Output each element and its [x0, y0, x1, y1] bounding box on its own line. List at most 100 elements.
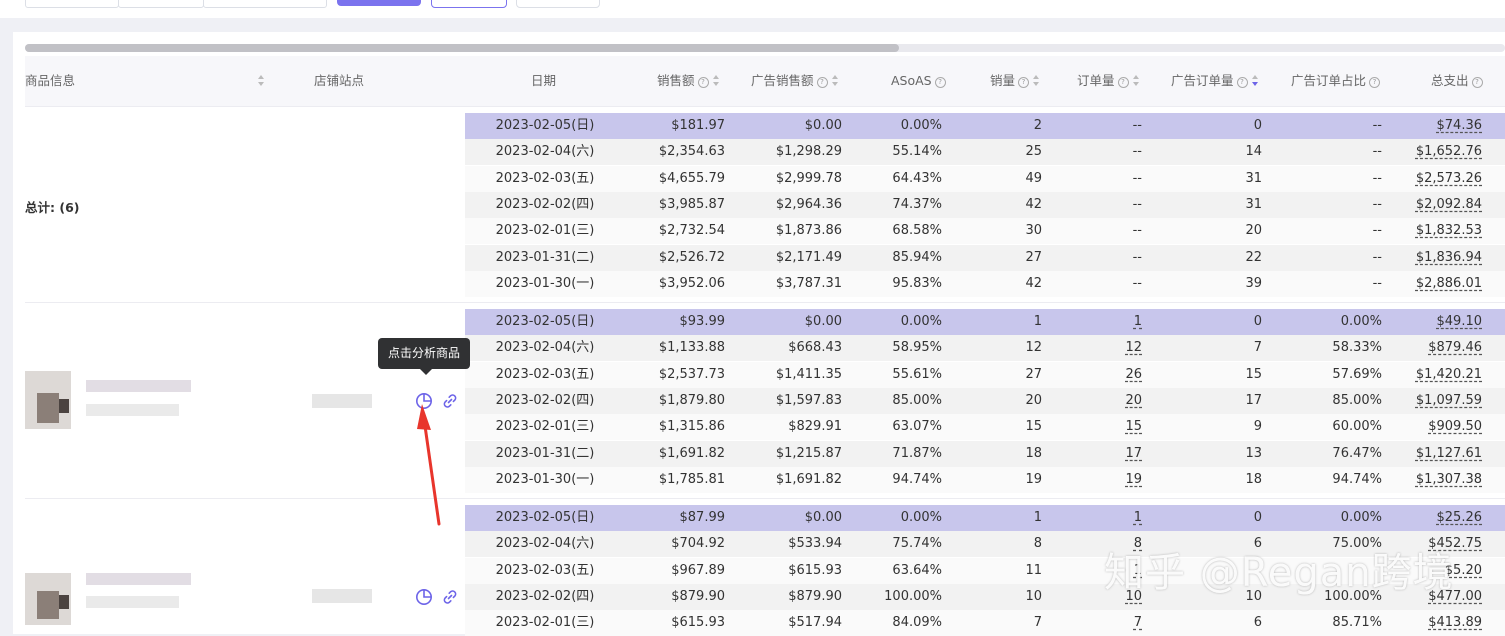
col-orders-label: 订单量 — [1077, 73, 1115, 88]
cell-spend[interactable]: $2,092.84 — [1416, 192, 1482, 218]
table-row: 2023-02-03(五) $4,655.79 $2,999.78 64.43% 49 -… — [465, 165, 1505, 192]
product-asin-blurred — [86, 404, 179, 416]
cell-ad-orders: 17 — [1245, 392, 1262, 408]
cell-ad-sales: $1,411.35 — [775, 366, 842, 382]
col-ad-sales-header[interactable]: 广告销售额? — [751, 73, 839, 89]
product-asin-blurred — [86, 596, 179, 608]
cell-asoas: 75.74% — [892, 536, 942, 552]
cell-ad-sales: $2,964.36 — [775, 196, 842, 212]
col-sales-header[interactable]: 销售额? — [657, 73, 720, 89]
cell-spend[interactable]: $25.26 — [1437, 505, 1483, 531]
cell-orders[interactable]: 12 — [1125, 335, 1142, 361]
sort-icon[interactable] — [831, 75, 839, 86]
cell-spend[interactable]: $1,832.53 — [1416, 218, 1482, 244]
cell-spend[interactable]: $879.46 — [1428, 335, 1482, 361]
cell-asoas: 0.00% — [900, 118, 942, 133]
cell-spend[interactable]: $1,097.59 — [1416, 388, 1482, 414]
cell-orders[interactable]: 15 — [1125, 414, 1142, 440]
table-row: 2023-02-01(三) $2,732.54 $1,873.86 68.58% 30 -… — [465, 218, 1505, 245]
cell-sales: $1,691.82 — [658, 445, 725, 461]
col-product-sort-icon[interactable] — [254, 73, 265, 89]
cell-asoas: 95.83% — [892, 275, 942, 291]
cell-spend[interactable]: $1,127.61 — [1416, 441, 1482, 467]
help-icon[interactable]: ? — [1236, 77, 1248, 88]
cell-spend[interactable]: $49.10 — [1437, 309, 1483, 335]
cell-spend[interactable]: $74.36 — [1437, 113, 1483, 139]
col-ad-order-ratio-header[interactable]: 广告订单占比? — [1291, 73, 1381, 89]
cell-asoas: 58.95% — [892, 340, 942, 356]
pie-chart-icon[interactable] — [415, 588, 433, 606]
cell-sales: $2,537.73 — [658, 366, 725, 382]
search-button[interactable] — [337, 0, 421, 6]
help-icon[interactable]: ? — [697, 77, 709, 88]
cell-spend[interactable]: $1,307.38 — [1416, 467, 1482, 493]
sort-icon[interactable] — [1132, 75, 1140, 86]
cell-date: 2023-02-03(五) — [495, 562, 595, 578]
help-icon[interactable]: ? — [1018, 77, 1030, 88]
col-total-spend-header[interactable]: 总支出? — [1431, 73, 1483, 89]
cell-orders[interactable]: 20 — [1125, 388, 1142, 414]
sort-desc-icon[interactable] — [1251, 75, 1259, 86]
cell-ad-sales: $517.94 — [788, 615, 842, 631]
cell-date: 2023-02-03(五) — [495, 170, 595, 186]
sort-icon[interactable] — [1033, 75, 1040, 86]
cell-ad-orders: 9 — [1253, 419, 1262, 435]
cell-units: 11 — [1025, 562, 1042, 578]
col-units-header[interactable]: 销量? — [990, 73, 1040, 89]
cell-ratio: -- — [1372, 170, 1382, 186]
cell-asoas: 100.00% — [884, 588, 942, 604]
cell-units: 12 — [1025, 340, 1042, 356]
cell-ratio: 85.71% — [1332, 615, 1382, 631]
cell-ad-orders: 0 — [1253, 510, 1262, 525]
filter-select-1[interactable] — [25, 0, 119, 8]
cell-units: 27 — [1025, 366, 1042, 382]
filter-select-3[interactable] — [203, 0, 327, 8]
reset-button[interactable] — [431, 0, 507, 8]
help-icon[interactable]: ? — [1117, 77, 1129, 88]
help-icon[interactable]: ? — [1369, 77, 1381, 88]
help-icon[interactable]: ? — [816, 77, 828, 88]
col-ad-orders-header[interactable]: 广告订单量? — [1171, 73, 1259, 89]
scrollbar-thumb[interactable] — [25, 44, 899, 52]
cell-spend[interactable]: $2,886.01 — [1416, 271, 1482, 297]
cell-asoas: 55.14% — [892, 144, 942, 160]
cell-orders[interactable]: 1 — [1134, 505, 1142, 531]
cell-spend[interactable]: $1,420.21 — [1416, 362, 1482, 388]
cell-spend[interactable]: $909.50 — [1428, 414, 1482, 440]
cell-ad-sales: $0.00 — [804, 118, 842, 133]
help-icon[interactable]: ? — [934, 77, 946, 88]
cell-spend[interactable]: $1,836.94 — [1416, 245, 1482, 271]
product-thumbnail[interactable] — [25, 371, 71, 429]
cell-ratio: -- — [1372, 223, 1382, 239]
cell-sales: $93.99 — [679, 314, 726, 329]
annotation-arrow — [417, 404, 441, 526]
col-orders-header[interactable]: 订单量? — [1077, 73, 1140, 89]
cell-asoas: 0.00% — [900, 314, 942, 329]
cell-spend[interactable]: $2,573.26 — [1416, 166, 1482, 192]
col-ad-sales-label: 广告销售额 — [751, 73, 814, 88]
filter-select-2[interactable] — [118, 0, 204, 8]
cell-ratio: 0.00% — [1340, 510, 1382, 525]
export-button[interactable] — [516, 0, 600, 8]
cell-units: 19 — [1025, 471, 1042, 487]
cell-spend[interactable]: $1,652.76 — [1416, 139, 1482, 165]
cell-orders[interactable]: 26 — [1125, 362, 1142, 388]
col-asoas-header[interactable]: ASoAS? — [891, 73, 946, 89]
table-row: 2023-02-04(六) $2,354.63 $1,298.29 55.14% 25 -… — [465, 139, 1505, 166]
col-product-header: 商品信息 — [25, 73, 75, 89]
link-icon[interactable] — [441, 588, 459, 606]
cell-orders[interactable]: 17 — [1125, 441, 1142, 467]
cell-asoas: 71.87% — [892, 445, 942, 461]
cell-date: 2023-02-05(日) — [495, 314, 595, 329]
table-row: 2023-02-03(五) $2,537.73 $1,411.35 55.61% 27 2… — [465, 361, 1505, 388]
sort-icon[interactable] — [712, 75, 720, 86]
cell-orders: -- — [1132, 170, 1142, 186]
product-thumbnail[interactable] — [25, 573, 71, 631]
cell-units: 27 — [1025, 249, 1042, 265]
cell-date: 2023-02-01(三) — [495, 419, 595, 435]
cell-orders[interactable]: 1 — [1134, 309, 1142, 335]
cell-orders[interactable]: 19 — [1125, 467, 1142, 493]
cell-spend[interactable]: $413.89 — [1428, 610, 1482, 636]
cell-orders[interactable]: 7 — [1134, 610, 1142, 636]
help-icon[interactable]: ? — [1471, 77, 1483, 88]
